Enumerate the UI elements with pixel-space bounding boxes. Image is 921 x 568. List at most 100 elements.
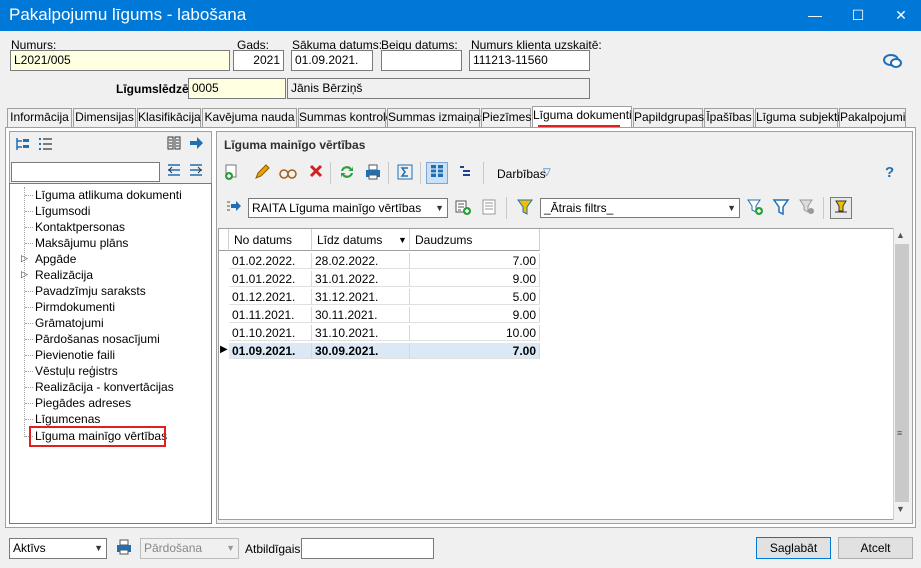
tab-ipasibas[interactable]: Īpašības (704, 108, 754, 127)
chevron-right-icon[interactable]: ▷ (21, 253, 28, 264)
tree-item[interactable]: Līgumsodi (35, 203, 90, 219)
sum-icon[interactable] (395, 163, 415, 183)
add-layout-icon[interactable] (453, 198, 473, 218)
chat-icon[interactable] (882, 52, 904, 70)
tree-item[interactable]: Pievienotie faili (35, 347, 115, 363)
table-cell[interactable]: 7.00 (410, 343, 540, 359)
chevron-right-icon[interactable]: ▷ (21, 269, 28, 280)
tab-summas-kontrole[interactable]: Summas kontrole (298, 108, 392, 127)
edit-icon[interactable] (252, 163, 272, 183)
print-icon[interactable] (363, 163, 383, 183)
tree-item[interactable]: Grāmatojumi (35, 315, 104, 331)
vertical-scrollbar[interactable]: ▲ ≡ ▼ (893, 228, 910, 520)
ligumsledzejs-code-field[interactable]: 0005 (188, 78, 286, 99)
table-cell[interactable]: 30.11.2021. (312, 307, 410, 323)
delete-icon[interactable] (306, 163, 326, 183)
tree-item[interactable]: Pavadzīmju saraksts (35, 283, 146, 299)
tree-item[interactable]: Kontaktpersonas (35, 219, 125, 235)
table-cell[interactable]: 01.11.2021. (229, 307, 312, 323)
table-cell[interactable]: 01.10.2021. (229, 325, 312, 341)
tree-expand-icon[interactable] (13, 135, 33, 155)
column-header-daudzums[interactable]: Daudzums (410, 229, 540, 251)
table-cell[interactable]: 01.09.2021. (229, 343, 312, 359)
grid-view-icon[interactable] (426, 162, 448, 184)
table-row[interactable]: 01.01.2022. 31.01.2022. 9.00 (219, 271, 540, 287)
column-header-no-datums[interactable]: No datums (229, 229, 312, 251)
help-icon[interactable]: ? (885, 164, 894, 181)
filter-settings-icon[interactable] (797, 198, 817, 218)
indent-icon[interactable] (455, 163, 475, 183)
actions-menu[interactable]: Darbības (497, 167, 546, 181)
print-icon[interactable] (114, 538, 134, 558)
layout-arrow-icon[interactable] (224, 198, 244, 218)
atbildigais-field[interactable] (301, 538, 434, 559)
refresh-icon[interactable] (337, 163, 357, 183)
tree-search-input[interactable] (11, 162, 160, 182)
gads-field[interactable]: 2021 (233, 50, 284, 71)
tree-list-icon[interactable] (35, 135, 55, 155)
add-filter-icon[interactable] (745, 198, 765, 218)
maximize-button[interactable]: ☐ (838, 0, 878, 31)
add-icon[interactable] (222, 163, 242, 183)
beigu-datums-field[interactable] (381, 50, 462, 71)
table-cell[interactable]: 5.00 (410, 289, 540, 305)
tree-item[interactable]: Maksājumu plāns (35, 235, 128, 251)
table-cell[interactable]: 31.10.2021. (312, 325, 410, 341)
columns-icon[interactable] (164, 135, 184, 155)
klienta-numurs-field[interactable]: 111213-11560 (469, 50, 590, 71)
sakuma-datums-field[interactable]: 01.09.2021. (291, 50, 373, 71)
tree-item[interactable]: Vēstuļu reģistrs (35, 363, 118, 379)
table-row[interactable]: 01.02.2022. 28.02.2022. 7.00 (219, 253, 540, 269)
table-cell[interactable]: 9.00 (410, 307, 540, 323)
table-cell[interactable]: 01.01.2022. (229, 271, 312, 287)
table-cell[interactable]: 01.12.2021. (229, 289, 312, 305)
save-button[interactable]: Saglabāt (756, 537, 831, 559)
table-cell[interactable]: 31.01.2022. (312, 271, 410, 287)
tab-informacija[interactable]: Informācija (7, 108, 72, 127)
table-row[interactable]: 01.11.2021. 30.11.2021. 9.00 (219, 307, 540, 323)
expand-all-icon[interactable] (186, 162, 206, 182)
filter-outline-icon[interactable] (771, 198, 791, 218)
tree-item[interactable]: Apgāde (35, 251, 76, 267)
scroll-down-icon[interactable]: ▼ (896, 504, 905, 514)
table-cell[interactable]: 31.12.2021. (312, 289, 410, 305)
tree-item[interactable]: Līguma atlikuma dokumenti (35, 187, 182, 203)
table-cell[interactable]: 7.00 (410, 253, 540, 269)
layout-list-icon[interactable] (479, 198, 499, 218)
view-icon[interactable] (278, 163, 298, 183)
tree-item[interactable]: Pārdošanas nosacījumi (35, 331, 160, 347)
tree-item[interactable]: Realizācija - konvertācijas (35, 379, 174, 395)
tab-klasifikacija[interactable]: Klasifikācija (137, 108, 201, 127)
tab-kavejuma-nauda[interactable]: Kavējuma nauda (202, 108, 297, 127)
tree-item[interactable]: Realizācija (35, 267, 93, 283)
quick-filter-select[interactable]: _Ātrais filtrs_ ▼ (540, 198, 740, 218)
cancel-button[interactable]: Atcelt (838, 537, 913, 559)
tree-item[interactable]: Piegādes adreses (35, 395, 131, 411)
numurs-field[interactable]: L2021/005 (10, 50, 230, 71)
minimize-button[interactable]: — (795, 0, 835, 31)
table-cell[interactable]: 28.02.2022. (312, 253, 410, 269)
table-cell[interactable]: 9.00 (410, 271, 540, 287)
tab-liguma-dokumenti[interactable]: Līguma dokumenti (532, 106, 632, 127)
tree-item[interactable]: Līgumcenas (35, 411, 100, 427)
tree-item[interactable]: Pirmdokumenti (35, 299, 115, 315)
tab-summas-izmainas[interactable]: Summas izmaiņas (387, 108, 486, 127)
clear-filter-icon[interactable] (830, 197, 852, 219)
layout-select[interactable]: RAITA Līguma mainīgo vērtības ▼ (248, 198, 448, 218)
arrow-right-icon[interactable] (186, 135, 206, 155)
scroll-up-icon[interactable]: ▲ (896, 230, 905, 240)
chevron-down-icon[interactable]: ▽ (543, 167, 551, 178)
table-row[interactable]: 01.10.2021. 31.10.2021. 10.00 (219, 325, 540, 341)
tab-piezimes[interactable]: Piezīmes (481, 108, 531, 127)
tab-papildgrupas[interactable]: Papildgrupas (633, 108, 704, 127)
table-row[interactable]: 01.09.2021. 30.09.2021. 7.00 (219, 343, 540, 359)
status-select[interactable]: Aktīvs ▼ (9, 538, 107, 559)
scrollbar-thumb[interactable] (895, 244, 909, 502)
collapse-all-icon[interactable] (164, 162, 184, 182)
table-cell[interactable]: 30.09.2021. (312, 343, 410, 359)
table-cell[interactable]: 10.00 (410, 325, 540, 341)
column-header-lidz-datums[interactable]: Līdz datums (312, 229, 410, 251)
filter-icon[interactable] (515, 198, 535, 218)
tab-dimensijas[interactable]: Dimensijas (73, 108, 136, 127)
table-cell[interactable]: 01.02.2022. (229, 253, 312, 269)
